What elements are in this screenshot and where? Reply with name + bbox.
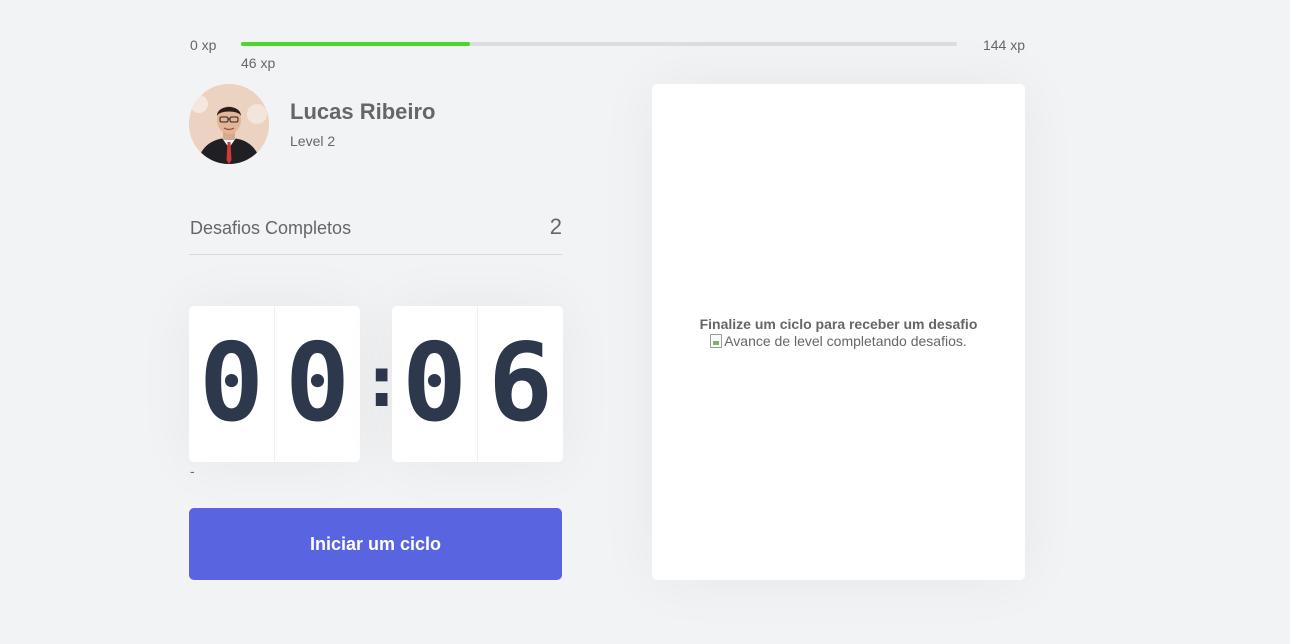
xp-progress-fill: [241, 42, 471, 46]
completed-challenges-label: Desafios Completos: [190, 218, 352, 238]
second-digit-ones: 6: [477, 306, 563, 462]
xp-max-label: 144 xp: [982, 37, 1025, 53]
avatar: [189, 84, 269, 164]
profile-level: Level 2: [290, 133, 336, 149]
profile: Lucas Ribeiro Level 2: [189, 84, 562, 164]
minute-digit-ones: 0: [274, 306, 360, 462]
broken-image-icon: [710, 334, 723, 348]
xp-current-label: 46 xp: [241, 55, 276, 71]
profile-name: Lucas Ribeiro: [290, 99, 436, 124]
start-cycle-button[interactable]: Iniciar um ciclo: [189, 508, 562, 580]
challenge-empty-state: Finalize um ciclo para receber um desafi…: [652, 316, 1025, 353]
completed-challenges-count: 2: [549, 214, 562, 239]
countdown-minutes: 0 0: [189, 306, 360, 462]
countdown-separator: :: [360, 339, 404, 423]
challenge-empty-title: Finalize um ciclo para receber um desafi…: [699, 316, 978, 332]
minute-digit-tens: 0: [198, 321, 265, 446]
level-up-image-alt-text: Avance de level completando desafios.: [724, 333, 967, 349]
experience-bar: 0 xp 46 xp 144 xp: [189, 33, 1025, 71]
level-up-image: Avance de level completando desafios.: [710, 333, 967, 349]
user-photo-icon: [189, 84, 269, 164]
xp-min-label: 0 xp: [190, 37, 217, 53]
countdown-timer: 0 0 : 0 6: [189, 306, 563, 462]
countdown-seconds: 0 6: [392, 306, 563, 462]
xp-track: 46 xp: [241, 42, 957, 71]
challenge-box: Finalize um ciclo para receber um desafi…: [652, 84, 1025, 580]
countdown-note: -: [190, 463, 195, 479]
second-digit-tens: 0: [401, 321, 468, 446]
completed-challenges: Desafios Completos 2: [189, 210, 562, 255]
